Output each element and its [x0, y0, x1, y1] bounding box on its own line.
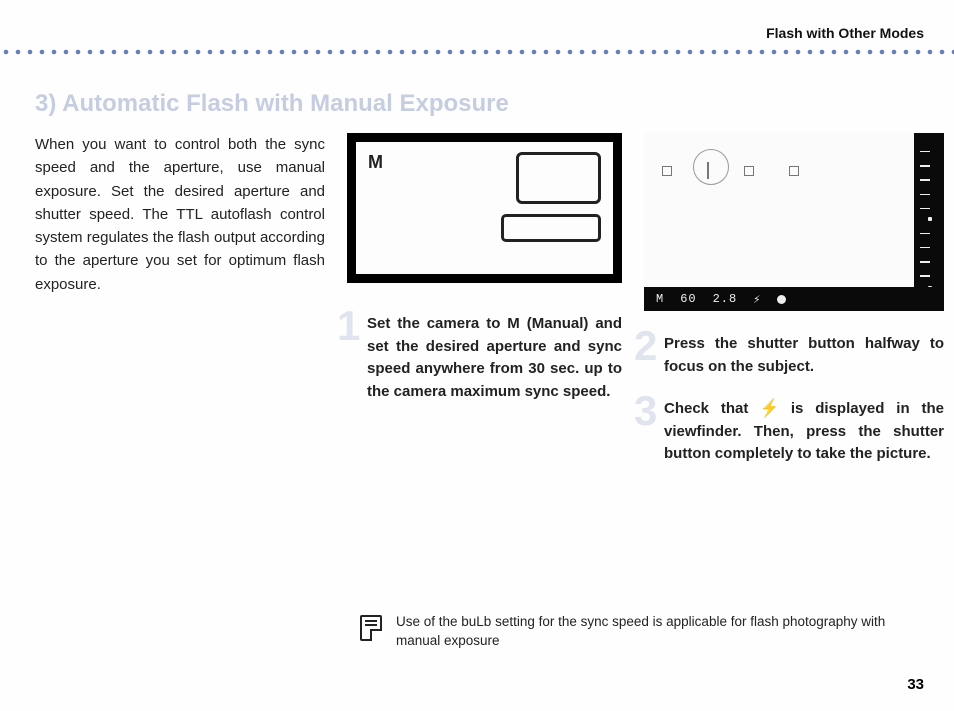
step-text: Check that ⚡ is displayed in the viewfin… — [644, 398, 944, 466]
lcd-box-large — [516, 152, 601, 204]
af-point-icon — [744, 166, 754, 176]
af-point-icon — [662, 166, 672, 176]
page-number: 33 — [907, 676, 924, 693]
content-columns: When you want to control both the sync s… — [35, 133, 924, 486]
lcd-panel-illustration: M — [347, 133, 622, 283]
step-text: Set the camera to M (Manual) and set the… — [347, 313, 622, 403]
note-icon — [360, 615, 382, 641]
focus-confirm-icon — [777, 295, 786, 304]
af-points-row — [662, 163, 904, 178]
vf-mode: M — [656, 292, 664, 306]
viewfinder-right-scale — [914, 133, 944, 311]
af-point-center-icon — [707, 162, 709, 179]
viewfinder-info-bar: M 60 2.8 ⚡ — [644, 287, 944, 311]
viewfinder-illustration: M 60 2.8 ⚡ — [644, 133, 944, 311]
section-title: 3) Automatic Flash with Manual Exposure — [35, 90, 924, 118]
vf-shutter: 60 — [680, 292, 696, 306]
lcd-mode-indicator: M — [368, 152, 383, 173]
step-3: 3 Check that ⚡ is displayed in the viewf… — [644, 398, 944, 466]
right-column: M 60 2.8 ⚡ 2 Press the shutter button ha… — [644, 133, 944, 486]
note-box: Use of the buLb setting for the sync spe… — [360, 613, 904, 651]
flash-icon: ⚡ — [760, 396, 779, 423]
manual-page: Flash with Other Modes 3) Automatic Flas… — [0, 0, 954, 711]
intro-text: When you want to control both the sync s… — [35, 133, 325, 296]
middle-column: M 1 Set the camera to M (Manual) and set… — [347, 133, 622, 423]
lcd-box-small — [501, 214, 601, 242]
divider-dots — [0, 49, 954, 55]
af-center-ring-icon — [693, 149, 729, 185]
header-section-label: Flash with Other Modes — [35, 25, 924, 41]
note-text: Use of the buLb setting for the sync spe… — [396, 613, 904, 651]
flash-ready-icon: ⚡ — [753, 292, 761, 307]
vf-aperture: 2.8 — [713, 292, 738, 306]
step-1: 1 Set the camera to M (Manual) and set t… — [347, 313, 622, 403]
step-2: 2 Press the shutter button halfway to fo… — [644, 333, 944, 378]
step-text: Press the shutter button halfway to focu… — [644, 333, 944, 378]
af-point-icon — [789, 166, 799, 176]
